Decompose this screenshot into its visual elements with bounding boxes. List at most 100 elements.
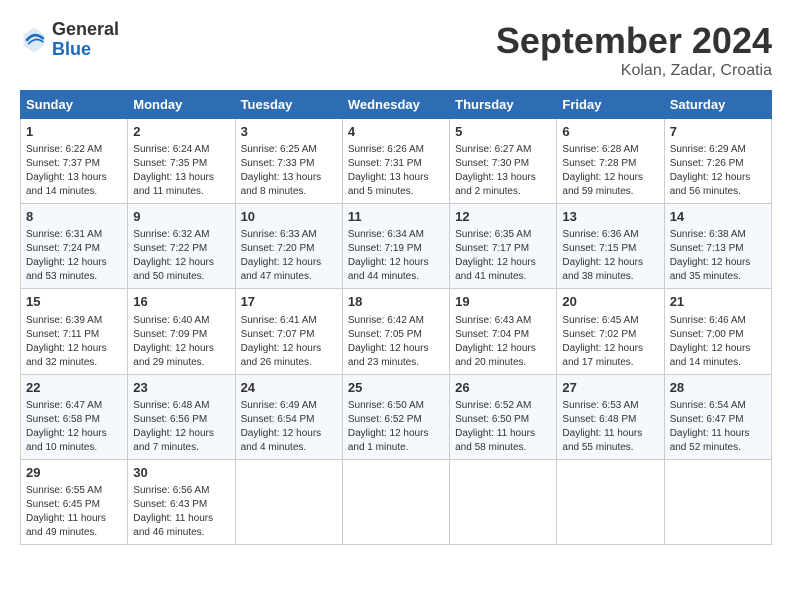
calendar-week-5: 29 Sunrise: 6:55 AM Sunset: 6:45 PM Dayl…: [21, 459, 772, 544]
col-thursday: Thursday: [450, 91, 557, 119]
logo-general: General: [52, 19, 119, 39]
day-number: 27: [562, 379, 658, 397]
page-header: General Blue September 2024 Kolan, Zadar…: [20, 20, 772, 80]
day-number: 16: [133, 293, 229, 311]
cell-content: Sunrise: 6:26 AM Sunset: 7:31 PM Dayligh…: [348, 143, 444, 199]
calendar-cell: 5 Sunrise: 6:27 AM Sunset: 7:30 PM Dayli…: [450, 119, 557, 204]
cell-content: Sunrise: 6:54 AM Sunset: 6:47 PM Dayligh…: [670, 399, 766, 455]
cell-content: Sunrise: 6:49 AM Sunset: 6:54 PM Dayligh…: [241, 399, 337, 455]
cell-content: Sunrise: 6:46 AM Sunset: 7:00 PM Dayligh…: [670, 314, 766, 370]
day-number: 11: [348, 208, 444, 226]
col-sunday: Sunday: [21, 91, 128, 119]
calendar-cell: [235, 459, 342, 544]
cell-content: Sunrise: 6:31 AM Sunset: 7:24 PM Dayligh…: [26, 228, 122, 284]
cell-content: Sunrise: 6:35 AM Sunset: 7:17 PM Dayligh…: [455, 228, 551, 284]
day-number: 25: [348, 379, 444, 397]
calendar-cell: 3 Sunrise: 6:25 AM Sunset: 7:33 PM Dayli…: [235, 119, 342, 204]
cell-content: Sunrise: 6:25 AM Sunset: 7:33 PM Dayligh…: [241, 143, 337, 199]
cell-content: Sunrise: 6:53 AM Sunset: 6:48 PM Dayligh…: [562, 399, 658, 455]
day-number: 9: [133, 208, 229, 226]
day-number: 22: [26, 379, 122, 397]
calendar-cell: 28 Sunrise: 6:54 AM Sunset: 6:47 PM Dayl…: [664, 374, 771, 459]
day-number: 24: [241, 379, 337, 397]
cell-content: Sunrise: 6:41 AM Sunset: 7:07 PM Dayligh…: [241, 314, 337, 370]
cell-content: Sunrise: 6:42 AM Sunset: 7:05 PM Dayligh…: [348, 314, 444, 370]
location-subtitle: Kolan, Zadar, Croatia: [496, 62, 772, 80]
calendar-cell: [450, 459, 557, 544]
calendar-cell: 15 Sunrise: 6:39 AM Sunset: 7:11 PM Dayl…: [21, 289, 128, 374]
day-number: 2: [133, 123, 229, 141]
calendar-cell: 23 Sunrise: 6:48 AM Sunset: 6:56 PM Dayl…: [128, 374, 235, 459]
day-number: 26: [455, 379, 551, 397]
calendar-header-row: Sunday Monday Tuesday Wednesday Thursday…: [21, 91, 772, 119]
calendar-cell: 16 Sunrise: 6:40 AM Sunset: 7:09 PM Dayl…: [128, 289, 235, 374]
calendar-week-4: 22 Sunrise: 6:47 AM Sunset: 6:58 PM Dayl…: [21, 374, 772, 459]
cell-content: Sunrise: 6:40 AM Sunset: 7:09 PM Dayligh…: [133, 314, 229, 370]
day-number: 14: [670, 208, 766, 226]
day-number: 30: [133, 464, 229, 482]
calendar-cell: 11 Sunrise: 6:34 AM Sunset: 7:19 PM Dayl…: [342, 204, 449, 289]
calendar-cell: 14 Sunrise: 6:38 AM Sunset: 7:13 PM Dayl…: [664, 204, 771, 289]
day-number: 7: [670, 123, 766, 141]
calendar-cell: 25 Sunrise: 6:50 AM Sunset: 6:52 PM Dayl…: [342, 374, 449, 459]
month-title: September 2024: [496, 20, 772, 62]
calendar-cell: [557, 459, 664, 544]
calendar-cell: 21 Sunrise: 6:46 AM Sunset: 7:00 PM Dayl…: [664, 289, 771, 374]
day-number: 21: [670, 293, 766, 311]
calendar-week-2: 8 Sunrise: 6:31 AM Sunset: 7:24 PM Dayli…: [21, 204, 772, 289]
day-number: 4: [348, 123, 444, 141]
calendar-cell: [342, 459, 449, 544]
col-monday: Monday: [128, 91, 235, 119]
calendar-table: Sunday Monday Tuesday Wednesday Thursday…: [20, 90, 772, 545]
day-number: 3: [241, 123, 337, 141]
cell-content: Sunrise: 6:22 AM Sunset: 7:37 PM Dayligh…: [26, 143, 122, 199]
logo-icon: [20, 26, 48, 54]
calendar-cell: 17 Sunrise: 6:41 AM Sunset: 7:07 PM Dayl…: [235, 289, 342, 374]
calendar-cell: 6 Sunrise: 6:28 AM Sunset: 7:28 PM Dayli…: [557, 119, 664, 204]
day-number: 5: [455, 123, 551, 141]
day-number: 15: [26, 293, 122, 311]
calendar-cell: 2 Sunrise: 6:24 AM Sunset: 7:35 PM Dayli…: [128, 119, 235, 204]
calendar-cell: 13 Sunrise: 6:36 AM Sunset: 7:15 PM Dayl…: [557, 204, 664, 289]
day-number: 6: [562, 123, 658, 141]
cell-content: Sunrise: 6:36 AM Sunset: 7:15 PM Dayligh…: [562, 228, 658, 284]
cell-content: Sunrise: 6:43 AM Sunset: 7:04 PM Dayligh…: [455, 314, 551, 370]
cell-content: Sunrise: 6:48 AM Sunset: 6:56 PM Dayligh…: [133, 399, 229, 455]
calendar-cell: 22 Sunrise: 6:47 AM Sunset: 6:58 PM Dayl…: [21, 374, 128, 459]
col-tuesday: Tuesday: [235, 91, 342, 119]
calendar-cell: 18 Sunrise: 6:42 AM Sunset: 7:05 PM Dayl…: [342, 289, 449, 374]
calendar-week-1: 1 Sunrise: 6:22 AM Sunset: 7:37 PM Dayli…: [21, 119, 772, 204]
calendar-cell: 20 Sunrise: 6:45 AM Sunset: 7:02 PM Dayl…: [557, 289, 664, 374]
title-block: September 2024 Kolan, Zadar, Croatia: [496, 20, 772, 80]
col-wednesday: Wednesday: [342, 91, 449, 119]
cell-content: Sunrise: 6:33 AM Sunset: 7:20 PM Dayligh…: [241, 228, 337, 284]
calendar-cell: 29 Sunrise: 6:55 AM Sunset: 6:45 PM Dayl…: [21, 459, 128, 544]
cell-content: Sunrise: 6:24 AM Sunset: 7:35 PM Dayligh…: [133, 143, 229, 199]
calendar-cell: 19 Sunrise: 6:43 AM Sunset: 7:04 PM Dayl…: [450, 289, 557, 374]
logo-blue: Blue: [52, 39, 91, 59]
day-number: 19: [455, 293, 551, 311]
cell-content: Sunrise: 6:55 AM Sunset: 6:45 PM Dayligh…: [26, 484, 122, 540]
logo-text: General Blue: [52, 20, 119, 60]
cell-content: Sunrise: 6:28 AM Sunset: 7:28 PM Dayligh…: [562, 143, 658, 199]
day-number: 18: [348, 293, 444, 311]
col-friday: Friday: [557, 91, 664, 119]
calendar-cell: 10 Sunrise: 6:33 AM Sunset: 7:20 PM Dayl…: [235, 204, 342, 289]
cell-content: Sunrise: 6:39 AM Sunset: 7:11 PM Dayligh…: [26, 314, 122, 370]
calendar-cell: 4 Sunrise: 6:26 AM Sunset: 7:31 PM Dayli…: [342, 119, 449, 204]
day-number: 20: [562, 293, 658, 311]
cell-content: Sunrise: 6:32 AM Sunset: 7:22 PM Dayligh…: [133, 228, 229, 284]
day-number: 13: [562, 208, 658, 226]
cell-content: Sunrise: 6:29 AM Sunset: 7:26 PM Dayligh…: [670, 143, 766, 199]
calendar-cell: 27 Sunrise: 6:53 AM Sunset: 6:48 PM Dayl…: [557, 374, 664, 459]
day-number: 17: [241, 293, 337, 311]
calendar-cell: [664, 459, 771, 544]
day-number: 12: [455, 208, 551, 226]
cell-content: Sunrise: 6:50 AM Sunset: 6:52 PM Dayligh…: [348, 399, 444, 455]
calendar-cell: 7 Sunrise: 6:29 AM Sunset: 7:26 PM Dayli…: [664, 119, 771, 204]
day-number: 8: [26, 208, 122, 226]
logo: General Blue: [20, 20, 119, 60]
day-number: 10: [241, 208, 337, 226]
calendar-cell: 12 Sunrise: 6:35 AM Sunset: 7:17 PM Dayl…: [450, 204, 557, 289]
calendar-cell: 9 Sunrise: 6:32 AM Sunset: 7:22 PM Dayli…: [128, 204, 235, 289]
